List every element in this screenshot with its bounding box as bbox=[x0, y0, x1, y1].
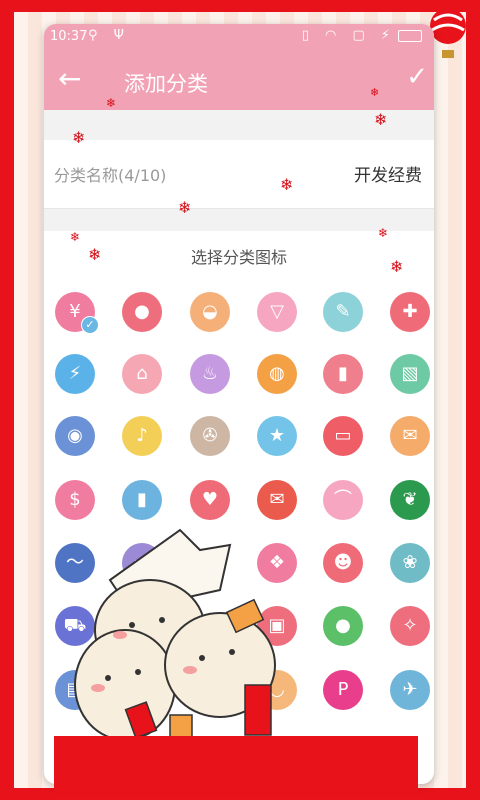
wrench-icon[interactable]: ✇ bbox=[190, 416, 230, 456]
water-drop-icon[interactable]: ⚡ bbox=[55, 354, 95, 394]
basketball-icon[interactable]: ◍ bbox=[257, 354, 297, 394]
snowflake-icon: ❄ bbox=[72, 128, 86, 147]
snowflake-icon: ❄ bbox=[374, 110, 388, 129]
first-aid-icon[interactable]: ✚ bbox=[390, 292, 430, 332]
hat-icon[interactable]: ◒ bbox=[190, 292, 230, 332]
cookie-icon[interactable]: ● bbox=[122, 292, 162, 332]
snowflake-icon: ❄ bbox=[178, 198, 192, 217]
envelope-icon[interactable]: ✉ bbox=[257, 480, 297, 520]
microphone-icon[interactable]: ♪ bbox=[122, 416, 162, 456]
fish-icon[interactable]: ❀ bbox=[390, 543, 430, 583]
leaf-badge-icon[interactable]: ❦ bbox=[390, 480, 430, 520]
mask-icon[interactable]: ☻ bbox=[323, 543, 363, 583]
house-icon[interactable]: ⌂ bbox=[122, 354, 162, 394]
snowflake-icon: ❄ bbox=[378, 226, 389, 240]
p-badge-icon[interactable]: P bbox=[323, 670, 363, 710]
airplane-icon[interactable]: ✈ bbox=[390, 670, 430, 710]
party-icon[interactable]: ✧ bbox=[390, 606, 430, 646]
bar-chart-icon[interactable]: ▮ bbox=[122, 480, 162, 520]
snowflake-icon: ❄ bbox=[370, 86, 380, 99]
underwear-icon[interactable]: ▽ bbox=[257, 292, 297, 332]
pencil-icon[interactable]: ✎ bbox=[323, 292, 363, 332]
tissue-icon[interactable]: ▧ bbox=[390, 354, 430, 394]
star-icon[interactable]: ★ bbox=[257, 416, 297, 456]
snowflake-icon: ❄ bbox=[280, 175, 294, 194]
card-icon[interactable]: ▭ bbox=[323, 416, 363, 456]
snowflake-icon: ❄ bbox=[88, 245, 102, 264]
red-packet-icon[interactable]: ✉ bbox=[390, 416, 430, 456]
promo-banner bbox=[54, 736, 418, 792]
snowflake-icon: ❄ bbox=[390, 257, 404, 276]
money-bag-icon[interactable]: $ bbox=[55, 480, 95, 520]
lipstick-icon[interactable]: ▮ bbox=[323, 354, 363, 394]
apple-icon[interactable]: ● bbox=[323, 606, 363, 646]
mascot-illustration bbox=[74, 528, 276, 746]
cupcake-icon[interactable]: ♨ bbox=[190, 354, 230, 394]
heart-icon[interactable]: ♥ bbox=[190, 480, 230, 520]
snowflake-icon: ❄ bbox=[106, 96, 117, 110]
yen-icon[interactable]: ¥ bbox=[55, 292, 99, 334]
snowflake-icon: ❄ bbox=[70, 230, 81, 244]
high-heel-icon[interactable]: ⌒ bbox=[323, 480, 363, 520]
camera-icon[interactable]: ◉ bbox=[55, 416, 95, 456]
